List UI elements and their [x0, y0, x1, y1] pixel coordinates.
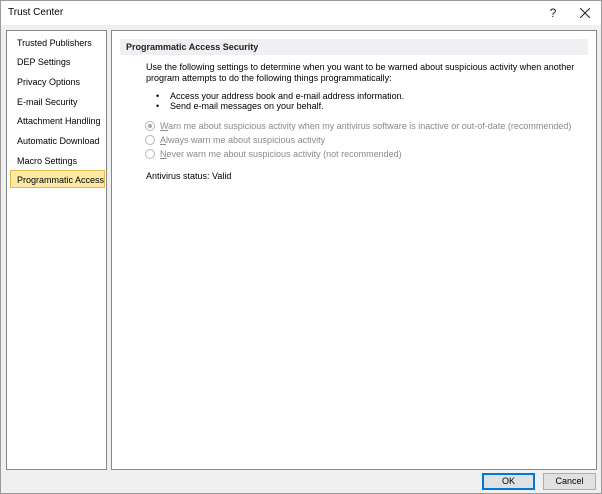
help-icon: ?: [549, 6, 557, 20]
radio-label: Always warn me about suspicious activity: [160, 135, 326, 145]
radio-always-warn[interactable]: Always warn me about suspicious activity: [145, 134, 325, 146]
title-bar: Trust Center ?: [1, 1, 601, 25]
ok-button[interactable]: OK: [482, 473, 535, 490]
radio-warn-when-antivirus-inactive[interactable]: Warn me about suspicious activity when m…: [145, 120, 571, 132]
radio-button[interactable]: [145, 135, 155, 145]
radio-button[interactable]: [145, 121, 155, 131]
bullet-text: Send e-mail messages on your behalf.: [170, 101, 324, 111]
bullet-icon: •: [156, 101, 160, 111]
sidebar-item-trusted-publishers[interactable]: Trusted Publishers: [10, 33, 105, 51]
sidebar-nav: Trusted Publishers DEP Settings Privacy …: [6, 30, 107, 470]
radio-never-warn[interactable]: Never warn me about suspicious activity …: [145, 148, 402, 160]
list-item: • Access your address book and e-mail ad…: [156, 91, 556, 101]
bullet-icon: •: [156, 91, 160, 101]
sidebar-item-dep-settings[interactable]: DEP Settings: [10, 52, 105, 70]
help-button[interactable]: ?: [537, 1, 569, 25]
trust-center-dialog: Trust Center ? Trusted Publishers DEP Se…: [0, 0, 602, 494]
settings-panel: Programmatic Access Security Use the fol…: [111, 30, 597, 470]
antivirus-status-label: Antivirus status:: [146, 171, 210, 181]
radio-label: Warn me about suspicious activity when m…: [160, 121, 572, 131]
antivirus-status: Antivirus status: Valid: [146, 171, 231, 181]
antivirus-status-value: Valid: [212, 171, 232, 181]
sidebar-item-attachment-handling[interactable]: Attachment Handling: [10, 111, 105, 129]
bullet-list: • Access your address book and e-mail ad…: [156, 91, 556, 111]
description-text: Use the following settings to determine …: [146, 62, 575, 83]
sidebar-item-email-security[interactable]: E-mail Security: [10, 92, 105, 110]
close-button[interactable]: [569, 1, 601, 25]
radio-selected-dot: [148, 124, 152, 128]
bullet-text: Access your address book and e-mail addr…: [170, 91, 405, 101]
sidebar-item-programmatic-access[interactable]: Programmatic Access: [10, 170, 105, 188]
close-icon: [580, 8, 590, 18]
cancel-button[interactable]: Cancel: [543, 473, 596, 490]
radio-button[interactable]: [145, 149, 155, 159]
list-item: • Send e-mail messages on your behalf.: [156, 101, 556, 111]
section-title: Programmatic Access Security: [120, 39, 588, 55]
sidebar-item-privacy-options[interactable]: Privacy Options: [10, 72, 105, 90]
sidebar-item-macro-settings[interactable]: Macro Settings: [10, 151, 105, 169]
window-title: Trust Center: [8, 7, 64, 18]
sidebar-item-automatic-download[interactable]: Automatic Download: [10, 131, 105, 149]
radio-label: Never warn me about suspicious activity …: [160, 149, 402, 159]
